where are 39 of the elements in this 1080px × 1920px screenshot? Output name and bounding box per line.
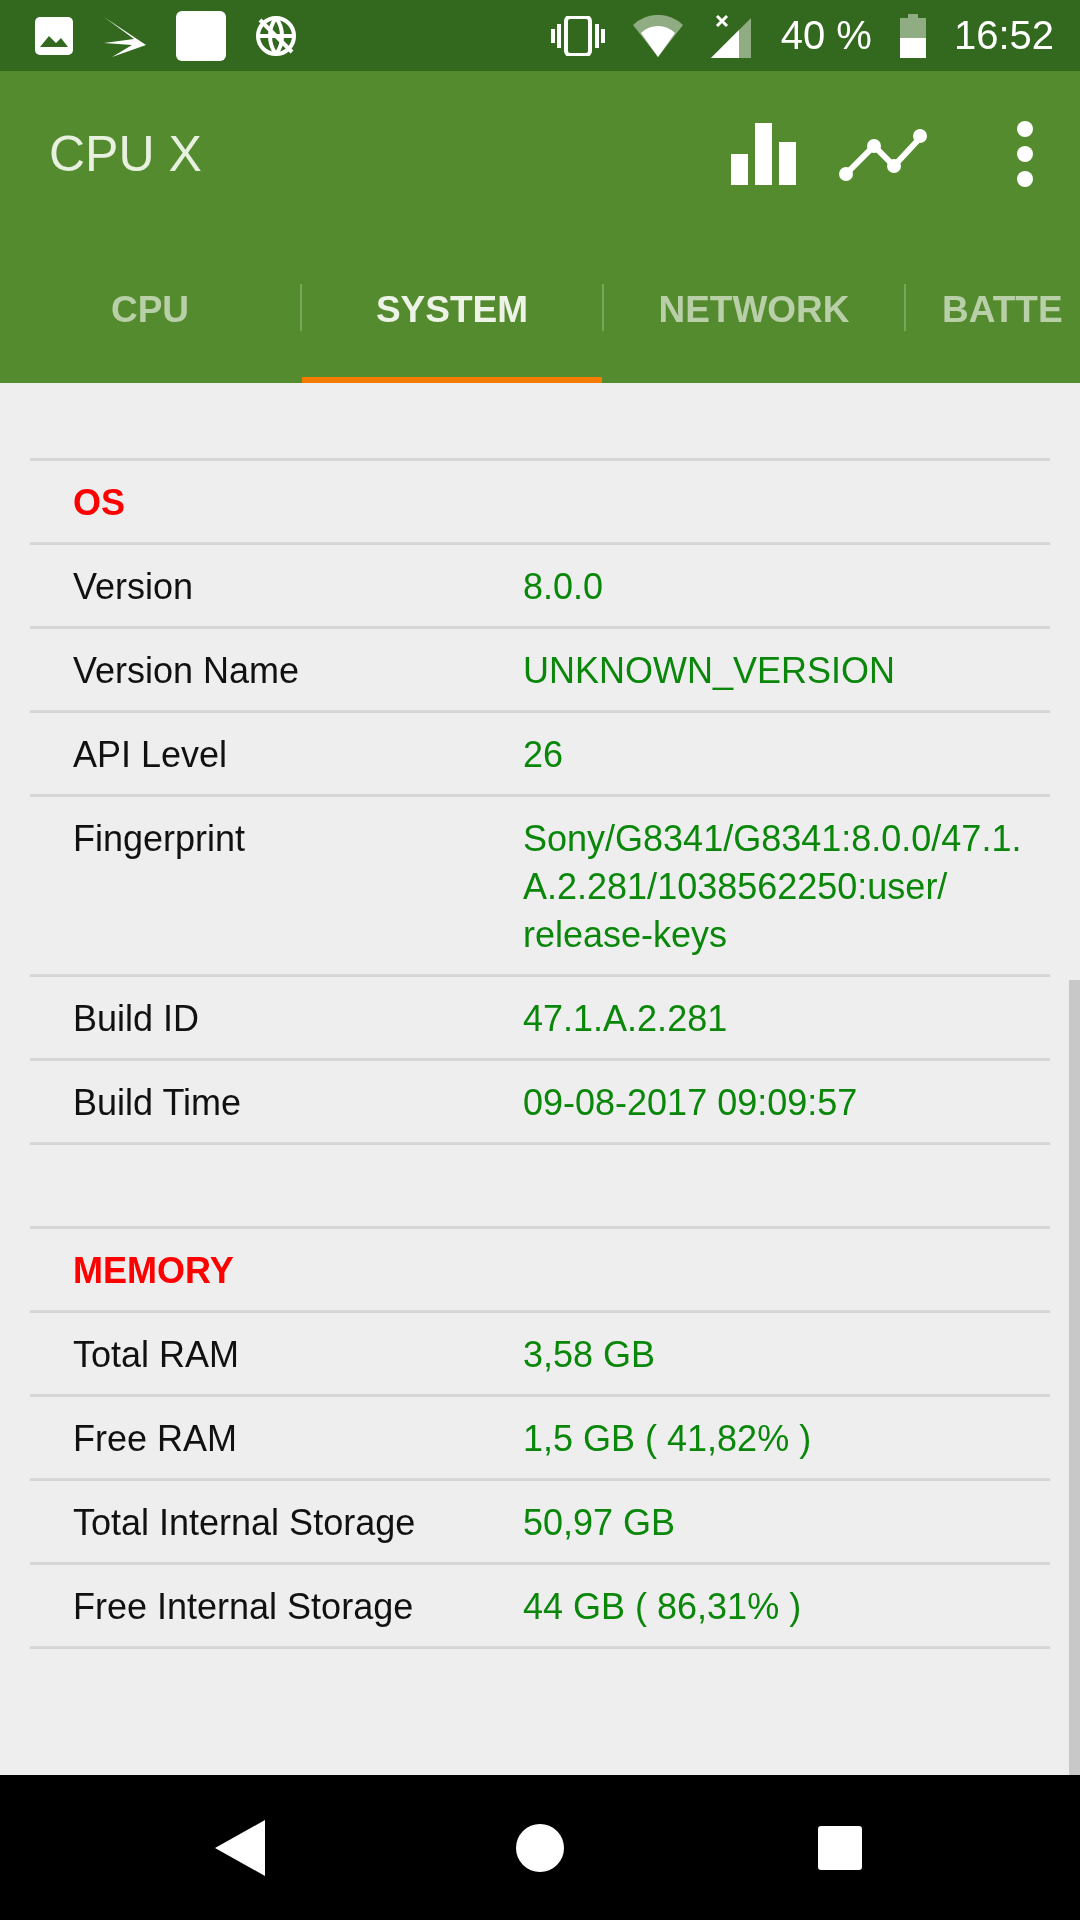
property-label: Version Name [73, 649, 301, 693]
globe-off-icon [254, 13, 298, 58]
app-title: CPU X [49, 124, 203, 183]
property-label: Fingerprint [73, 817, 247, 861]
property-value: 26 [523, 733, 565, 777]
property-label: Build Time [73, 1081, 243, 1125]
property-label: Version [73, 565, 195, 609]
property-label: API Level [73, 733, 229, 777]
property-value: 8.0.0 [523, 565, 605, 609]
property-label: Free RAM [73, 1417, 239, 1461]
bar-chart-icon[interactable] [731, 122, 796, 185]
clock-time: 16:52 [953, 13, 1054, 58]
property-value: 44 GB ( 86,31% ) [523, 1585, 803, 1629]
wifi-icon [632, 14, 683, 57]
vibrate-icon [550, 15, 605, 56]
tab[interactable]: BATTE [906, 236, 1080, 383]
property-label: Total RAM [73, 1333, 241, 1377]
tab[interactable]: SYSTEM [302, 236, 602, 383]
property-label: Total Internal Storage [73, 1501, 417, 1545]
property-value: 47.1.A.2.281 [523, 997, 729, 1041]
property-value: UNKNOWN_VERSION [523, 649, 897, 693]
battery-percent: 40 % [780, 13, 872, 58]
property-value: 09-08-2017 09:09:57 [523, 1081, 859, 1125]
more-menu-icon[interactable] [1016, 120, 1034, 187]
signal-icon [710, 13, 753, 58]
scrollbar[interactable] [1069, 980, 1080, 1775]
tab[interactable]: CPU [0, 236, 300, 383]
image-icon [34, 15, 74, 56]
property-label: Build ID [73, 997, 201, 1041]
square-icon [176, 10, 226, 61]
section-heading: OS [30, 461, 1050, 545]
property-value: 1,5 GB ( 41,82% ) [523, 1417, 813, 1461]
property-value: Sony/G8341/G8341:8.0.0/47.1.A.2.281/1038562250:user/release-keys [523, 817, 1023, 957]
property-value: 3,58 GB [523, 1333, 657, 1377]
property-label: Free Internal Storage [73, 1585, 415, 1629]
property-value: 50,97 GB [523, 1501, 677, 1545]
battery-icon [899, 13, 926, 58]
tab[interactable]: NETWORK [604, 236, 904, 383]
section-heading: MEMORY [30, 1229, 1050, 1313]
